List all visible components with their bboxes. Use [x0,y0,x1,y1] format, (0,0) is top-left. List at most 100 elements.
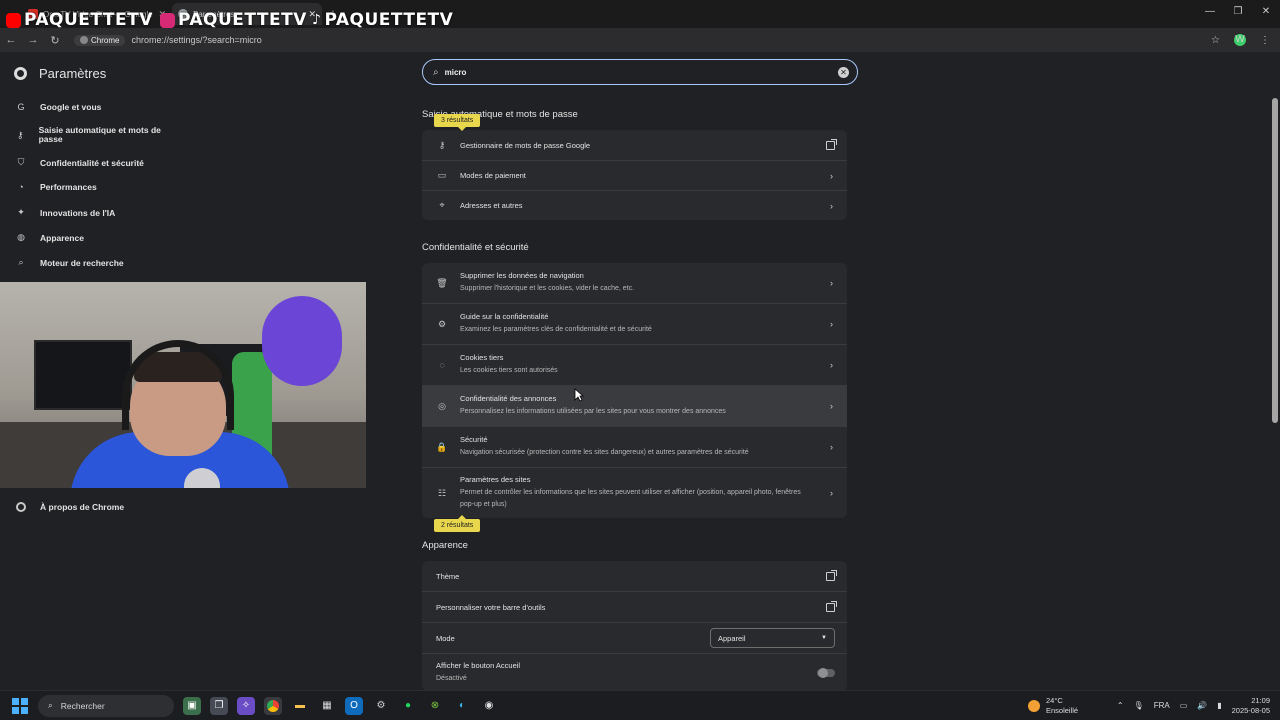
chrome-taskbar-icon[interactable] [264,696,282,715]
sliders-icon: ☷ [437,487,447,498]
search-icon: ⌕ [18,257,24,267]
volume-icon[interactable]: 🔊 [1197,701,1207,710]
row-label: Cookies tiers [460,353,504,362]
row-password-manager[interactable]: ⚷ Gestionnaire de mots de passe Google [422,130,847,160]
scrollbar-thumb[interactable] [1272,98,1278,423]
widgets-icon[interactable]: ▣ [183,696,201,715]
sidebar-item-privacy[interactable]: ⛉ Confidentialité et sécurité [16,157,144,168]
row-label: Paramètres des sites [460,475,531,484]
xbox-icon[interactable]: ⊗ [426,697,444,715]
battery-icon[interactable]: ▮ [1217,701,1221,710]
sidebar-item-label: Innovations de l'IA [40,207,116,218]
webcam-overlay [0,282,366,488]
section-title-privacy: Confidentialité et sécurité [422,242,529,253]
row-addresses[interactable]: ⌖ Adresses et autres › [422,190,847,220]
clear-search-icon[interactable]: ✕ [838,66,849,78]
settings-search-field[interactable]: ⌕ micro ✕ [422,59,858,85]
github-icon[interactable]: ◉ [480,697,498,715]
search-input[interactable]: micro [445,68,467,77]
row-clear-browsing-data[interactable]: 🗑 Supprimer les données de navigation Sup… [422,263,847,303]
task-view-icon[interactable]: ❐ [210,696,228,715]
site-chip[interactable]: Chrome [74,34,126,46]
sidebar-item-google[interactable]: G Google et vous [16,102,101,112]
row-sublabel: Examinez les paramètres clés de confiden… [460,326,652,333]
clock-time: 21:09 [1251,695,1270,705]
ad-privacy-icon: ◎ [438,400,446,411]
maximize-icon[interactable]: ❐ [1224,0,1252,24]
brand-label: PAQUETTETV [24,10,153,30]
windows-taskbar: ⌕ Rechercher ▣ ❐ ✧ ▬ ▦ O ⚙ ● ⊗ ◐ ◉ 24°C E… [0,690,1280,720]
row-label: Supprimer les données de navigation [460,271,584,280]
sidebar-item-about[interactable]: À propos de Chrome [16,502,124,512]
profile-avatar[interactable]: W [1234,34,1246,46]
url-text[interactable]: chrome://settings/?search=micro [131,35,261,45]
key-icon: ⚷ [438,139,446,150]
row-label: Sécurité [460,435,488,444]
appearance-card: Thème Personnaliser votre barre d'outils… [422,561,847,691]
row-customize-toolbar[interactable]: Personnaliser votre barre d'outils [422,591,847,622]
tray-chevron-up-icon[interactable]: ⌃ [1117,701,1124,710]
row-home-button[interactable]: Afficher le bouton Accueil Désactivé [422,653,847,691]
back-icon[interactable]: ← [0,34,22,46]
search-results-badge: 3 résultats [434,114,481,131]
brand-label: PAQUETTETV [324,10,454,30]
page-scrollbar[interactable] [1272,90,1278,686]
menu-kebab-icon[interactable]: ⋮ [1260,35,1270,46]
minimize-icon[interactable]: — [1196,0,1224,24]
sidebar-item-label: À propos de Chrome [40,502,125,512]
page-title: Paramètres [39,66,107,81]
settings-gear-icon[interactable]: ⚙ [372,697,390,715]
sidebar-item-performance[interactable]: ◔ Performances [16,182,96,192]
bookmark-star-icon[interactable]: ☆ [1211,35,1220,46]
taskbar-search[interactable]: ⌕ Rechercher [38,694,174,717]
row-third-party-cookies[interactable]: ◌ Cookies tiers Les cookies tiers sont au… [422,344,847,385]
chevron-right-icon: › [830,170,833,181]
chevron-right-icon: › [830,360,833,370]
row-label: Afficher le bouton Accueil [436,660,521,670]
youtube-icon [6,12,21,28]
trash-icon: 🗑 [436,277,448,288]
outlook-icon[interactable]: O [345,696,363,715]
close-window-icon[interactable]: ✕ [1252,0,1280,24]
row-sublabel: Les cookies tiers sont autorisés [460,367,558,374]
gauge-icon: ◔ [18,182,24,192]
weather-temp: 24°C [1046,696,1063,705]
row-ad-privacy[interactable]: ◎ Confidentialité des annonces Personnali… [422,385,847,426]
file-explorer-icon[interactable]: ▬ [291,697,309,715]
sidebar-item-ai[interactable]: ✦ Innovations de l'IA [16,207,115,218]
sidebar-item-appearance[interactable]: ◍ Apparence [16,232,84,243]
reload-icon[interactable]: ↻ [44,34,66,47]
language-indicator[interactable]: FRA [1154,701,1170,710]
mode-select[interactable]: Appareil ▼ [710,628,835,648]
weather-widget[interactable]: 24°C Ensoleillé [1028,696,1078,716]
credit-card-icon: ▭ [437,170,447,180]
row-theme[interactable]: Thème [422,561,847,591]
spotify-icon[interactable]: ● [399,697,417,715]
microphone-icon[interactable]: 🎙 [1134,701,1144,710]
windows-start-icon[interactable] [12,697,28,714]
sidebar-item-label: Moteur de recherche [40,257,124,268]
display-icon[interactable]: ▭ [1180,701,1188,710]
home-button-toggle[interactable] [817,667,835,678]
chevron-right-icon: › [830,401,833,411]
row-privacy-guide[interactable]: ⚙ Guide sur la confidentialité Examinez l… [422,303,847,344]
sidebar-item-autofill[interactable]: ⚷ Saisie automatique et mots de passe [16,126,166,144]
mode-select-value: Appareil [718,633,746,643]
forward-icon[interactable]: → [22,34,44,46]
search-icon: ⌕ [433,66,439,78]
sidebar-item-label: Saisie automatique et mots de passe [38,125,161,144]
store-icon[interactable]: ▦ [318,697,336,715]
row-payment-methods[interactable]: ▭ Modes de paiement › [422,160,847,190]
clock[interactable]: 21:09 2025-08-05 [1232,696,1270,716]
sidebar-item-search-engine[interactable]: ⌕ Moteur de recherche [16,257,124,268]
edge-icon[interactable]: ◐ [453,697,471,715]
toolbar-right: ☆ W ⋮ [1211,34,1270,46]
external-link-icon [826,138,837,150]
sidebar-item-label: Google et vous [40,102,102,112]
copilot-icon[interactable]: ✧ [237,696,255,715]
chevron-right-icon: › [830,442,833,452]
row-security[interactable]: 🔒 Sécurité Navigation sécurisée (protecti… [422,426,847,467]
row-site-settings[interactable]: ☷ Paramètres des sites Permet de contrôle… [422,467,847,518]
sidebar-item-label: Apparence [40,232,84,243]
external-link-icon [826,569,837,581]
